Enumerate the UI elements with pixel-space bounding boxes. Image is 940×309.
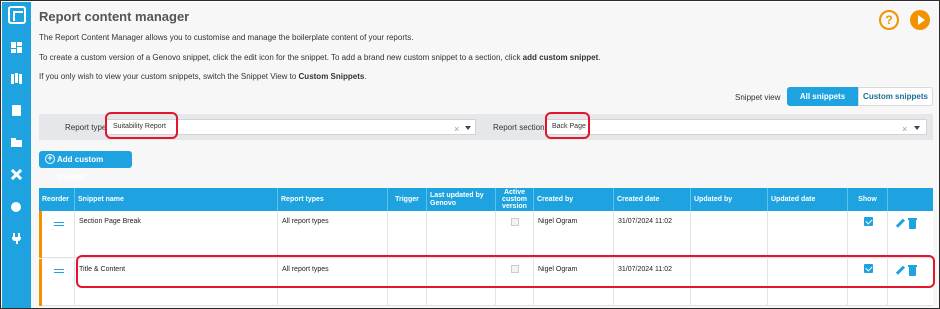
col-trigger[interactable]: Trigger bbox=[388, 188, 427, 211]
updated-by bbox=[691, 259, 768, 306]
show-checkbox[interactable] bbox=[864, 217, 873, 226]
document-icon[interactable] bbox=[11, 105, 22, 116]
settings-icon[interactable] bbox=[11, 201, 22, 212]
table-row: Title & Content All report types Nigel O… bbox=[39, 259, 933, 306]
col-updated-date[interactable]: Updated date bbox=[768, 188, 848, 211]
intro-text-1: The Report Content Manager allows you to… bbox=[39, 33, 414, 42]
table-header: Reorder Snippet name Report types Trigge… bbox=[39, 188, 933, 211]
active-custom-checkbox[interactable] bbox=[511, 265, 519, 273]
filter-bar: Report type Suitability Report × Report … bbox=[39, 114, 933, 140]
report-type-value: Suitability Report bbox=[113, 123, 166, 130]
chevron-down-icon[interactable] bbox=[914, 126, 920, 130]
col-created-date[interactable]: Created date bbox=[614, 188, 691, 211]
col-reorder[interactable]: Reorder bbox=[39, 188, 75, 211]
add-custom-snippet-button[interactable]: + Add custom snippet bbox=[39, 151, 132, 181]
col-snippet-name[interactable]: Snippet name bbox=[75, 188, 278, 211]
tools-icon[interactable] bbox=[10, 168, 23, 181]
folder-icon[interactable] bbox=[11, 137, 22, 148]
snippet-name: Title & Content bbox=[75, 259, 278, 306]
report-type-select[interactable]: Suitability Report × bbox=[106, 119, 476, 135]
main-content: Report content manager The Report Conten… bbox=[31, 2, 939, 308]
all-snippets-toggle[interactable]: All snippets bbox=[787, 87, 858, 106]
custom-snippets-toggle[interactable]: Custom snippets bbox=[858, 87, 933, 106]
trigger bbox=[388, 211, 427, 258]
updated-date bbox=[768, 259, 848, 306]
col-active-custom[interactable]: Active custom version bbox=[496, 188, 534, 211]
report-types: All report types bbox=[278, 211, 388, 258]
last-updated bbox=[427, 259, 496, 306]
report-section-label: Report section bbox=[493, 123, 545, 132]
trash-icon[interactable] bbox=[908, 265, 917, 276]
created-by: Nigel Ogram bbox=[534, 211, 614, 258]
pencil-icon[interactable] bbox=[896, 219, 904, 228]
snippet-view-label: Snippet view bbox=[735, 93, 781, 102]
col-last-updated[interactable]: Last updated by Genovo bbox=[427, 188, 496, 211]
genovo-logo-icon[interactable] bbox=[8, 6, 26, 24]
play-icon[interactable] bbox=[910, 10, 930, 30]
trigger bbox=[388, 259, 427, 306]
last-updated bbox=[427, 211, 496, 258]
created-by: Nigel Ogram bbox=[534, 259, 614, 306]
updated-date bbox=[768, 211, 848, 258]
app-window: Report content manager The Report Conten… bbox=[0, 0, 940, 309]
table-row: Section Page Break All report types Nige… bbox=[39, 211, 933, 258]
pencil-icon[interactable] bbox=[896, 266, 904, 275]
report-type-clear-icon[interactable]: × bbox=[454, 122, 459, 136]
col-actions bbox=[888, 188, 933, 211]
show-checkbox[interactable] bbox=[864, 264, 873, 273]
chevron-down-icon[interactable] bbox=[465, 126, 471, 130]
trash-icon[interactable] bbox=[908, 218, 917, 229]
report-section-value: Back Page bbox=[552, 123, 586, 130]
drag-handle-icon[interactable] bbox=[54, 222, 64, 226]
intro-text-2: To create a custom version of a Genovo s… bbox=[39, 53, 601, 62]
col-created-by[interactable]: Created by bbox=[534, 188, 614, 211]
report-section-select[interactable]: Back Page × bbox=[545, 119, 927, 135]
created-date: 31/07/2024 11:02 bbox=[614, 259, 691, 306]
created-date: 31/07/2024 11:02 bbox=[614, 211, 691, 258]
col-updated-by[interactable]: Updated by bbox=[691, 188, 768, 211]
dashboard-icon[interactable] bbox=[11, 42, 22, 53]
report-section-clear-icon[interactable]: × bbox=[902, 122, 907, 136]
report-types: All report types bbox=[278, 259, 388, 306]
updated-by bbox=[691, 211, 768, 258]
plug-icon[interactable] bbox=[11, 233, 22, 244]
snippet-name: Section Page Break bbox=[75, 211, 278, 258]
intro-text-3: If you only wish to view your custom sni… bbox=[39, 72, 367, 81]
sidebar bbox=[2, 2, 31, 308]
map-icon[interactable] bbox=[11, 73, 22, 84]
drag-handle-icon[interactable] bbox=[54, 269, 64, 273]
report-type-label: Report type bbox=[65, 123, 107, 132]
active-custom-checkbox[interactable] bbox=[511, 218, 519, 226]
col-report-types[interactable]: Report types bbox=[278, 188, 388, 211]
help-icon[interactable]: ? bbox=[879, 10, 899, 30]
plus-circle-icon: + bbox=[45, 154, 55, 164]
col-show[interactable]: Show bbox=[848, 188, 888, 211]
page-title: Report content manager bbox=[39, 9, 190, 24]
